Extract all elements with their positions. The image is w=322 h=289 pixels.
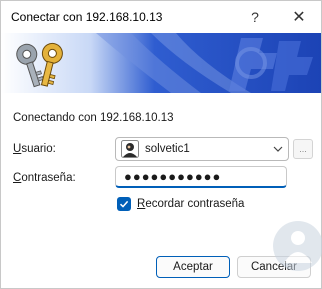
- browse-user-button[interactable]: ...: [293, 139, 313, 159]
- user-label: Usuario:: [13, 143, 56, 155]
- connecting-message: Conectando con 192.168.10.13: [13, 112, 174, 124]
- password-masked-value: ●●●●●●●●●●●: [124, 169, 222, 184]
- window-title: Conectar con 192.168.10.13: [11, 10, 163, 24]
- checkmark-icon: [119, 200, 129, 208]
- remember-password[interactable]: Recordar contraseña: [117, 197, 244, 211]
- watermark-logo: [273, 221, 322, 271]
- user-value: solvetic1: [145, 143, 190, 155]
- user-combobox[interactable]: solvetic1: [115, 137, 289, 161]
- chevron-down-icon[interactable]: [268, 146, 288, 152]
- keys-icon: [16, 42, 63, 88]
- password-field[interactable]: ●●●●●●●●●●●: [115, 166, 287, 188]
- close-button[interactable]: ✕: [279, 1, 319, 33]
- user-avatar-icon: [121, 140, 139, 158]
- title-bar: Conectar con 192.168.10.13 ? ✕: [1, 1, 321, 33]
- banner: [1, 33, 321, 93]
- dialog-window: Conectar con 192.168.10.13 ? ✕ Conectand…: [0, 0, 322, 289]
- password-label: Contraseña:: [13, 172, 76, 184]
- remember-label: Recordar contraseña: [137, 198, 245, 210]
- help-button[interactable]: ?: [235, 1, 275, 33]
- ok-button[interactable]: Aceptar: [156, 256, 230, 278]
- remember-checkbox[interactable]: [117, 197, 131, 211]
